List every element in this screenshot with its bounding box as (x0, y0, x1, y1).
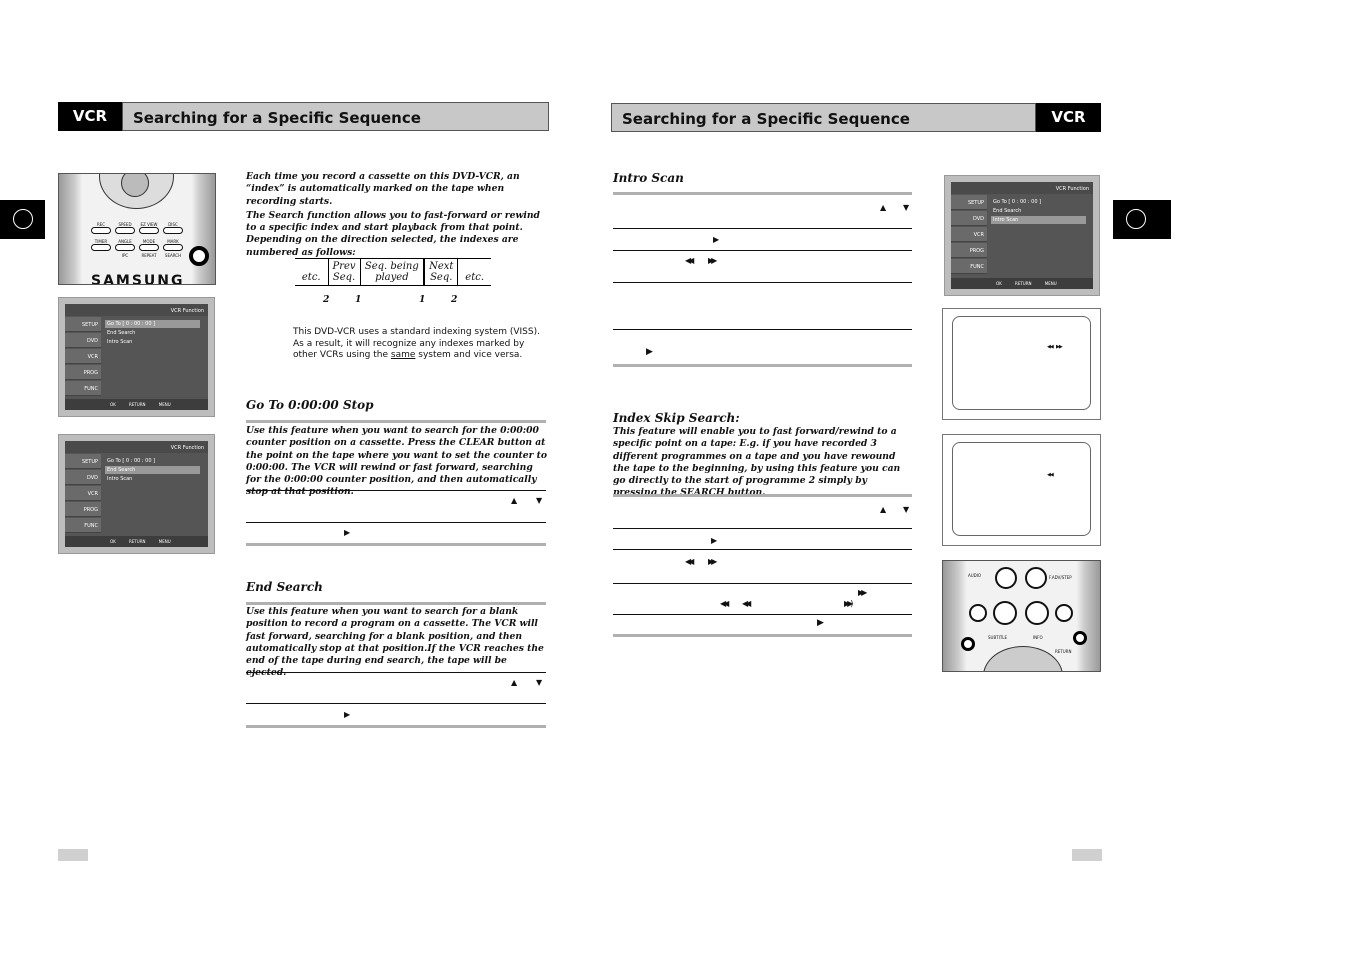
page-title: Searching for a Specific Sequence (611, 103, 1036, 132)
down-arrow-icon: ▼ (903, 505, 910, 514)
menu-item: End Search (107, 330, 136, 336)
down-arrow-icon: ▼ (536, 496, 543, 505)
remote-button (115, 244, 135, 251)
menu-item: End Search (993, 208, 1022, 214)
up-arrow-icon: ▲ (511, 496, 518, 505)
menu-item: Go To [ 0 : 00 : 00 ] (105, 320, 200, 328)
menu-footer: OK RETURN MENU (951, 278, 1093, 289)
fast-forward-icon: ▶▶ (708, 256, 717, 265)
menu-side-func: FUNC (65, 518, 101, 533)
menu-side-prog: PROG (65, 502, 101, 517)
remote-button (163, 227, 183, 234)
remote-button (163, 244, 183, 251)
section-title-intro-scan: Intro Scan (613, 171, 684, 185)
vcr-badge: VCR (1036, 103, 1101, 132)
menu-side-prog: PROG (65, 365, 101, 380)
fast-forward-icon: ▶▶) (844, 599, 854, 608)
stop-button (993, 601, 1017, 625)
menu-item: Intro Scan (107, 476, 133, 482)
language-tab (0, 200, 45, 239)
page-number-box (58, 849, 88, 861)
pointer-marker (961, 637, 975, 651)
rewind-icon: ◀◀ (685, 557, 694, 566)
play-icon: ▶ (646, 347, 653, 357)
menu-side-setup: SETUP (951, 195, 987, 210)
skip-forward-button (1055, 604, 1073, 622)
down-arrow-icon: ▼ (536, 678, 543, 687)
menu-item: Go To [ 0 : 00 : 00 ] (107, 458, 156, 464)
fast-forward-icon: ▶▶ (708, 557, 717, 566)
tv-screen-illustration: ◀◀ ▶▶ (942, 308, 1101, 420)
goto-description: Use this feature when you want to search… (246, 425, 547, 498)
menu-side-dvd: DVD (951, 211, 987, 226)
play-icon: ▶ (344, 528, 351, 537)
remote-button (139, 244, 159, 251)
fast-forward-icon: ▶▶ (858, 588, 867, 597)
menu-title: VCR Function (65, 441, 208, 453)
samsung-logo: SAMSUNG (91, 273, 185, 285)
pointer-marker (1073, 631, 1087, 645)
menu-footer: OK RETURN MENU (65, 536, 208, 547)
play-pause-button (1025, 601, 1049, 625)
vcr-function-menu: VCR Function SETUP DVD VCR PROG FUNC Go To [ 0… (58, 434, 215, 554)
vcr-badge: VCR (58, 102, 122, 131)
up-arrow-icon: ▲ (880, 203, 887, 212)
page-title: Searching for a Specific Sequence (122, 102, 549, 131)
skip-back-button (969, 604, 987, 622)
section-title-goto: Go To 0:00:00 Stop (246, 398, 374, 412)
remote-button (139, 227, 159, 234)
vcr-function-menu: VCR Function SETUP DVD VCR PROG FUNC Go To [ 0… (944, 175, 1100, 296)
menu-title: VCR Function (951, 182, 1093, 194)
menu-side-dvd: DVD (65, 470, 101, 485)
vcr-function-menu: VCR Function SETUP DVD VCR PROG FUNC Go To [ 0… (58, 297, 215, 417)
remote-button (91, 227, 111, 234)
viss-note: This DVD-VCR uses a standard indexing sy… (293, 327, 540, 360)
section-title-index-skip: Index Skip Search: (613, 411, 740, 425)
menu-item: Go To [ 0 : 00 : 00 ] (993, 199, 1042, 205)
menu-side-vcr: VCR (951, 227, 987, 242)
up-arrow-icon: ▲ (880, 505, 887, 514)
play-icon: ▶ (344, 710, 351, 719)
remote-illustration: RECSPEEDEZ VIEWDISC MENUTIMERANGLEMODEMA… (58, 173, 216, 285)
menu-title: VCR Function (65, 304, 208, 316)
remote-button (115, 227, 135, 234)
remote-label: IPC (121, 253, 129, 258)
menu-side-setup: SETUP (65, 317, 101, 332)
down-arrow-icon: ▼ (903, 203, 910, 212)
remote-illustration: AUDIO F.ADV/STEP SUBTITLE INFO RETURN (942, 560, 1101, 672)
menu-side-func: FUNC (65, 381, 101, 396)
remote-label: SEARCH (164, 253, 182, 258)
menu-side-vcr: VCR (65, 486, 101, 501)
rewind-icon: ◀◀ (720, 599, 729, 608)
tv-screen-illustration: ◀◀ (942, 434, 1101, 546)
remote-button (91, 244, 111, 251)
menu-item: Intro Scan (991, 216, 1086, 224)
menu-item: Intro Scan (107, 339, 133, 345)
menu-side-prog: PROG (951, 243, 987, 258)
menu-side-dvd: DVD (65, 333, 101, 348)
rew-ff-indicator: ◀◀ (1047, 344, 1054, 350)
play-icon: ▶ (711, 536, 718, 545)
play-icon: ▶ (713, 235, 720, 244)
menu-footer: OK RETURN MENU (65, 399, 208, 410)
remote-label: REPEAT (141, 253, 157, 258)
menu-side-vcr: VCR (65, 349, 101, 364)
intro-text: Each time you record a cassette on this … (246, 171, 540, 258)
pointer-marker (189, 246, 209, 266)
menu-side-func: FUNC (951, 259, 987, 274)
rewind-icon: ◀◀ (742, 599, 751, 608)
end-search-description: Use this feature when you want to search… (246, 606, 544, 678)
rewind-indicator: ◀◀ (1047, 472, 1054, 478)
section-title-end-search: End Search (246, 580, 323, 594)
page-number-box (1072, 849, 1102, 861)
index-skip-description: This feature will enable you to fast for… (613, 426, 901, 499)
play-icon: ▶ (817, 618, 824, 628)
language-tab (1113, 200, 1171, 239)
rewind-icon: ◀◀ (685, 256, 694, 265)
menu-item: End Search (105, 466, 200, 474)
menu-side-setup: SETUP (65, 454, 101, 469)
up-arrow-icon: ▲ (511, 678, 518, 687)
sequence-diagram: etc. Prev Seq. Seq. being played Next Se… (295, 258, 491, 305)
